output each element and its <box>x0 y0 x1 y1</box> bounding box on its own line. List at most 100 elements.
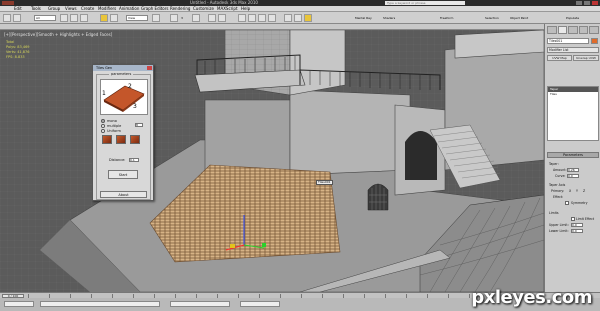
search-input[interactable]: Type a keyword or phrase <box>385 1 465 5</box>
taper-group-label: Taper: <box>549 162 559 166</box>
stats-fps: FPS: 8.833 <box>6 55 25 59</box>
toolbar-label-object-paint[interactable]: Object Paint <box>510 15 528 21</box>
pivot-icon[interactable] <box>152 14 160 22</box>
mirror-icon[interactable] <box>208 14 216 22</box>
preview-number-3: 3 <box>133 103 137 110</box>
schematic-view-icon[interactable] <box>258 14 266 22</box>
viewport-label[interactable]: [+][Perspective][Smooth + Highlights + E… <box>4 32 112 37</box>
status-prompt-field <box>40 301 160 307</box>
coordinate-field[interactable] <box>170 301 230 307</box>
radio-multiple-label: multiple <box>107 124 122 128</box>
uvw-map-button[interactable]: UVW Map <box>547 55 572 61</box>
amount-spinner[interactable]: 0.26 <box>567 168 579 172</box>
about-button[interactable]: About <box>100 191 147 198</box>
primary-axis-x[interactable]: X <box>569 189 571 193</box>
toolbar-label-selection[interactable]: Selection <box>485 15 499 21</box>
object-tooltip: Tiles001 <box>316 180 333 185</box>
upper-limit-spinner[interactable]: 0.0 <box>571 223 583 227</box>
toolbar-label-mental-ray[interactable]: Mental Ray <box>355 15 372 21</box>
maximize-button[interactable] <box>584 1 590 5</box>
limits-label: Limits <box>549 211 559 215</box>
tiles-dialog: Tiles Gen parameters 1 2 3 mono multiple… <box>92 64 154 201</box>
limit-effect-checkbox[interactable] <box>571 217 575 221</box>
create-tab[interactable] <box>547 26 557 34</box>
modifier-list-dropdown[interactable]: Modifier List <box>547 47 599 53</box>
parameters-group-title: parameters <box>109 72 134 76</box>
undo-icon[interactable] <box>3 14 11 22</box>
angle-snap-icon[interactable] <box>192 14 200 22</box>
object-name-field[interactable]: Tiles001 <box>547 38 589 44</box>
perspective-viewport[interactable]: [+][Perspective][Smooth + Highlights + E… <box>0 30 544 292</box>
symmetry-checkbox[interactable] <box>565 201 569 205</box>
close-button[interactable] <box>592 1 598 5</box>
upper-limit-label: Upper Limit: <box>549 223 569 227</box>
options-spinner[interactable]: 8 <box>135 123 143 127</box>
archway <box>405 131 437 180</box>
scene-render <box>0 30 544 292</box>
window-controls <box>576 1 598 5</box>
render-setup-icon[interactable] <box>284 14 292 22</box>
render-icon[interactable] <box>304 14 312 22</box>
reference-coordinate-dropdown[interactable]: View <box>126 15 148 21</box>
curve-label: Curve: <box>555 174 566 178</box>
snaps-toggle-icon[interactable] <box>170 14 178 22</box>
lower-limit-label: Lower Limit: <box>549 229 569 233</box>
move-icon[interactable] <box>100 14 108 22</box>
rectangle-region-icon[interactable] <box>80 14 88 22</box>
layer-manager-icon[interactable] <box>238 14 246 22</box>
gate <box>367 183 389 211</box>
status-field-1[interactable] <box>4 301 34 307</box>
stack-item-tiles[interactable]: Tiles <box>548 92 598 97</box>
modify-tab[interactable] <box>557 26 568 34</box>
distance-spinner[interactable]: 0.1 <box>129 158 139 162</box>
object-color-swatch[interactable] <box>591 38 598 44</box>
app-logo-icon[interactable] <box>2 1 14 5</box>
parameters-group: parameters 1 2 3 mono multiple Uniform 8 <box>96 72 151 200</box>
effect-label: Effect: <box>553 195 564 199</box>
radio-multiple-button[interactable] <box>101 124 105 128</box>
toolbar-label-shaders[interactable]: Shaders <box>383 15 395 21</box>
dialog-title[interactable]: Tiles Gen <box>93 65 153 71</box>
parameters-rollout[interactable]: Parameters <box>547 152 599 158</box>
start-button[interactable]: Start <box>108 170 138 179</box>
select-object-icon[interactable] <box>60 14 68 22</box>
grid-field <box>240 301 280 307</box>
selection-filter-dropdown[interactable]: All <box>34 15 56 21</box>
hierarchy-tab[interactable] <box>568 26 578 34</box>
radio-uniform[interactable]: Uniform <box>101 129 121 133</box>
curve-spinner[interactable]: 0.0 <box>567 174 579 178</box>
preview-number-2: 2 <box>128 83 132 90</box>
display-tab[interactable] <box>589 26 599 34</box>
minimize-button[interactable] <box>576 1 582 5</box>
dialog-close-icon[interactable] <box>147 66 152 70</box>
render-frame-icon[interactable] <box>294 14 302 22</box>
motion-tab[interactable] <box>578 26 589 34</box>
radio-multiple[interactable]: multiple <box>101 124 121 128</box>
align-icon[interactable] <box>218 14 226 22</box>
radio-uniform-button[interactable] <box>101 129 105 133</box>
preview-drawing: 1 2 3 <box>102 83 145 112</box>
command-panel: Tiles001 Modifier List UVW Map Unwrap UV… <box>544 24 600 292</box>
primary-axis-y[interactable]: Y <box>576 189 578 193</box>
tile-swatch-2[interactable] <box>116 135 126 144</box>
primary-label: Primary: <box>551 189 565 193</box>
main-toolbar: All View 3 Mental Ray Shaders Freeform S… <box>0 12 600 24</box>
preview-number-1: 1 <box>102 90 106 97</box>
curve-editor-icon[interactable] <box>248 14 256 22</box>
lower-limit-spinner[interactable]: 0.0 <box>571 229 583 233</box>
viewport-stats: Total Polys: 83,469 Verts: 41,876 FPS: 8… <box>6 40 30 60</box>
primary-axis-z[interactable]: Z <box>583 189 585 193</box>
unwrap-uvw-button[interactable]: Unwrap UVW <box>573 55 599 61</box>
tile-preview-image: 1 2 3 <box>100 79 148 115</box>
redo-icon[interactable] <box>13 14 21 22</box>
tile-swatch-3[interactable] <box>130 135 140 144</box>
toolbar-label-populate[interactable]: Populate <box>566 15 579 21</box>
distance-label: Distance: <box>109 158 126 162</box>
radio-mono[interactable]: mono <box>101 119 117 123</box>
tile-swatch-1[interactable] <box>102 135 112 144</box>
select-by-name-icon[interactable] <box>70 14 78 22</box>
rotate-icon[interactable] <box>110 14 118 22</box>
toolbar-label-freeform[interactable]: Freeform <box>440 15 453 21</box>
material-editor-icon[interactable] <box>268 14 276 22</box>
radio-mono-button[interactable] <box>101 119 105 123</box>
